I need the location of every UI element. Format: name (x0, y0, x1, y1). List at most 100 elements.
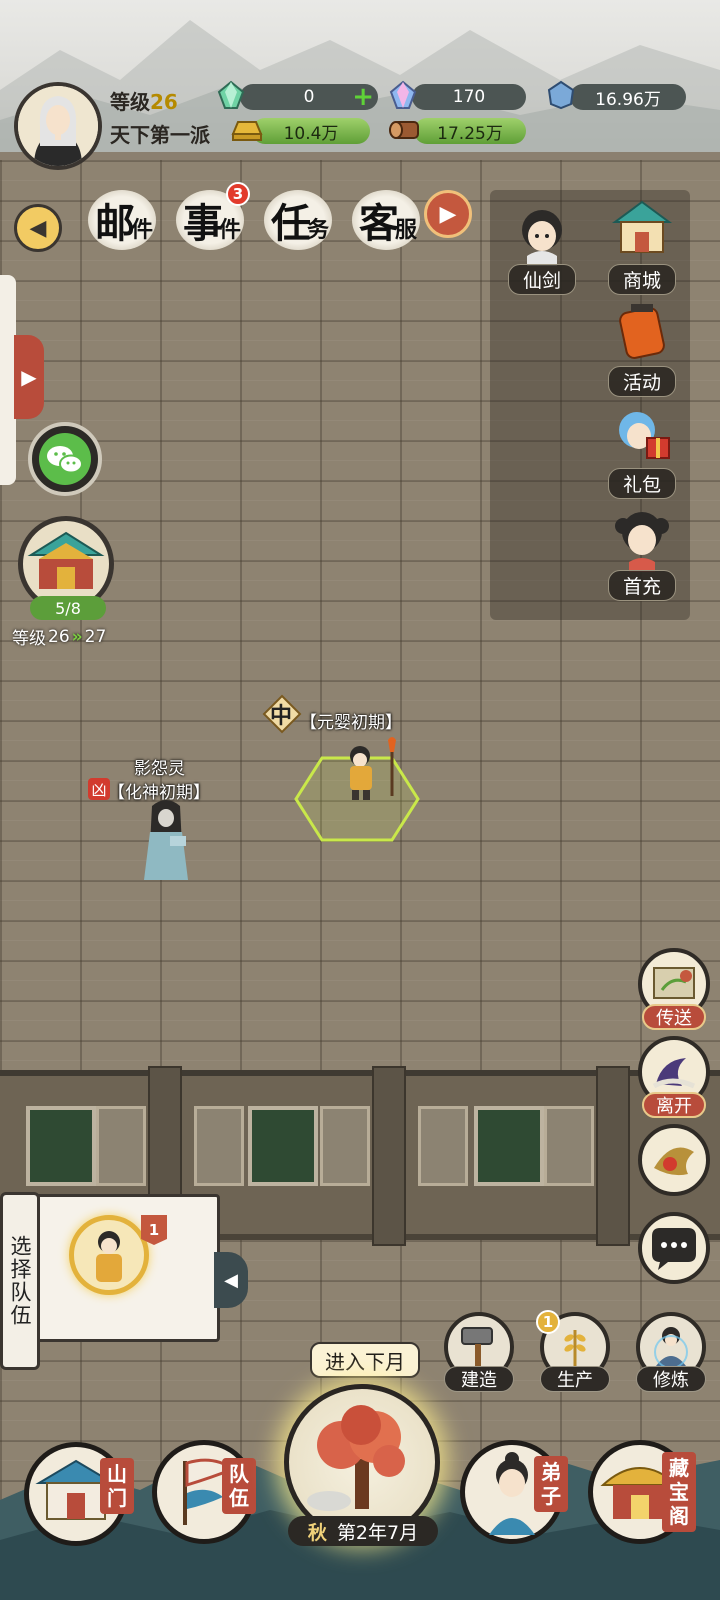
tasks-label-small: 务 (306, 217, 329, 243)
build-label: 建造 (444, 1366, 514, 1392)
team-panel-collapse-button[interactable]: ◀ (214, 1252, 248, 1308)
side-item-label: 商城 (607, 264, 676, 295)
sect-level-upgrade: 等级 26 » 27 (12, 624, 107, 650)
crystal-value: 16.96万 (595, 89, 661, 110)
nav-prev-button[interactable]: ◀ (14, 204, 62, 252)
wall-window (248, 1106, 318, 1186)
gem-rainbow-value: 170 (452, 87, 486, 107)
nav-gate-label: 山门 (100, 1458, 134, 1514)
wall-pillar (596, 1066, 630, 1246)
level-label: 等级 (110, 90, 150, 114)
side-item-event[interactable]: 活动 (596, 298, 688, 397)
resource-gem-rainbow: 170 (412, 84, 526, 110)
sect-progress: 5/8 (30, 596, 106, 620)
events-badge: 3 (226, 182, 250, 206)
team-number-badge: 1 (141, 1215, 167, 1245)
mail-label-small: 件 (130, 217, 153, 243)
mail-label-big: 邮 (94, 200, 135, 247)
season-date: 秋 第2年7月 (288, 1516, 438, 1546)
level-value: 26 (150, 90, 178, 114)
select-team-button[interactable]: 选择队伍 (0, 1192, 40, 1370)
enemy-name: 影怨灵 (134, 759, 185, 779)
events-button[interactable]: 事件 3 (168, 182, 252, 256)
autumn-tree-icon (307, 1405, 405, 1511)
sect-level-label: 等级 (12, 629, 46, 649)
teleport-label: 传送 (642, 1004, 706, 1030)
resource-crystal: 16.96万 (570, 84, 686, 110)
side-item-label: 仙剑 (507, 264, 576, 295)
chat-bubble-icon (652, 1228, 696, 1270)
sword-fairy-icon (522, 210, 562, 266)
wechat-button[interactable] (28, 422, 102, 496)
wall-carving (544, 1106, 594, 1186)
game-date: 第2年7月 (336, 1521, 419, 1544)
chevron-left-icon: ◀ (29, 215, 47, 241)
gift-pack-icon (619, 412, 670, 459)
service-label-small: 服 (394, 217, 417, 243)
player-marker-char: 中 (270, 703, 293, 729)
wall-pillar (372, 1066, 406, 1246)
cultivate-label: 修炼 (636, 1366, 706, 1392)
nav-next-button[interactable]: ▶ (424, 190, 472, 238)
team-member-avatar (96, 1231, 122, 1282)
side-item-first-charge[interactable]: 首充 (596, 502, 688, 601)
resource-gold: 10.4万 (252, 118, 370, 144)
enemy-danger-icon: 凶 (88, 778, 110, 800)
player-realm: 【元婴初期】 (300, 713, 402, 733)
nav-disciple-label: 弟子 (534, 1456, 568, 1512)
side-item-label: 活动 (607, 366, 676, 397)
chevron-right-icon: ▶ (439, 201, 457, 227)
sect-level-to: 27 (84, 626, 107, 647)
gold-value: 10.4万 (283, 123, 339, 144)
left-drawer-open-button[interactable]: ▶ (14, 335, 44, 419)
mail-button[interactable]: 邮件 (80, 184, 164, 256)
events-label-big: 事 (182, 200, 223, 247)
add-gem-icon[interactable]: + (352, 82, 374, 112)
nav-team-label: 队伍 (222, 1458, 256, 1514)
upgrade-arrow-icon: » (71, 626, 83, 647)
service-button[interactable]: 客服 (344, 184, 428, 256)
tasks-label-big: 任 (270, 200, 311, 247)
resource-wood: 17.25万 (414, 118, 526, 144)
chevron-right-icon: ▶ (21, 365, 37, 389)
lantern-event-icon (619, 304, 665, 359)
season-name: 秋 (307, 1521, 327, 1544)
side-item-shop[interactable]: 商城 (596, 196, 688, 295)
chat-button[interactable] (638, 1212, 710, 1284)
chevron-left-icon: ◀ (224, 1269, 238, 1291)
nav-treasury-label: 藏宝阁 (662, 1452, 696, 1532)
wall-carving (194, 1106, 244, 1186)
gem-green-value: 0 (303, 87, 315, 107)
wall-carving (320, 1106, 370, 1186)
player-level: 等级26 (110, 86, 178, 115)
player-avatar[interactable] (14, 82, 102, 170)
tasks-button[interactable]: 任务 (256, 184, 340, 256)
service-label-big: 客 (358, 200, 399, 247)
wechat-icon (39, 433, 91, 485)
bird-skill-icon (654, 1147, 694, 1176)
side-item-label: 首充 (607, 570, 676, 601)
events-label-small: 件 (218, 217, 241, 243)
wood-log-icon (389, 121, 419, 139)
resource-gem-green[interactable]: 0 + (240, 82, 378, 112)
blue-crystal-icon (547, 80, 575, 110)
rainbow-gem-icon (389, 80, 417, 109)
wall-carving (418, 1106, 468, 1186)
first-charge-girl-icon (615, 512, 669, 572)
next-month-button[interactable]: 进入下月 (310, 1342, 420, 1378)
side-item-gift[interactable]: 礼包 (596, 400, 688, 499)
leave-label: 离开 (642, 1092, 706, 1118)
side-item-label: 礼包 (607, 468, 676, 499)
player-character[interactable] (334, 736, 414, 806)
wall-carving (96, 1106, 146, 1186)
enemy-ghost-character[interactable] (136, 796, 196, 886)
produce-badge: 1 (536, 1310, 560, 1334)
team-member-slot[interactable] (69, 1215, 149, 1295)
green-gem-icon (217, 80, 245, 109)
wall-window (26, 1106, 96, 1186)
side-item-sword[interactable]: 仙剑 (496, 196, 588, 295)
wood-value: 17.25万 (437, 123, 503, 144)
special-skill-button[interactable] (638, 1124, 710, 1196)
wall-window (474, 1106, 544, 1186)
produce-label: 生产 (540, 1366, 610, 1392)
